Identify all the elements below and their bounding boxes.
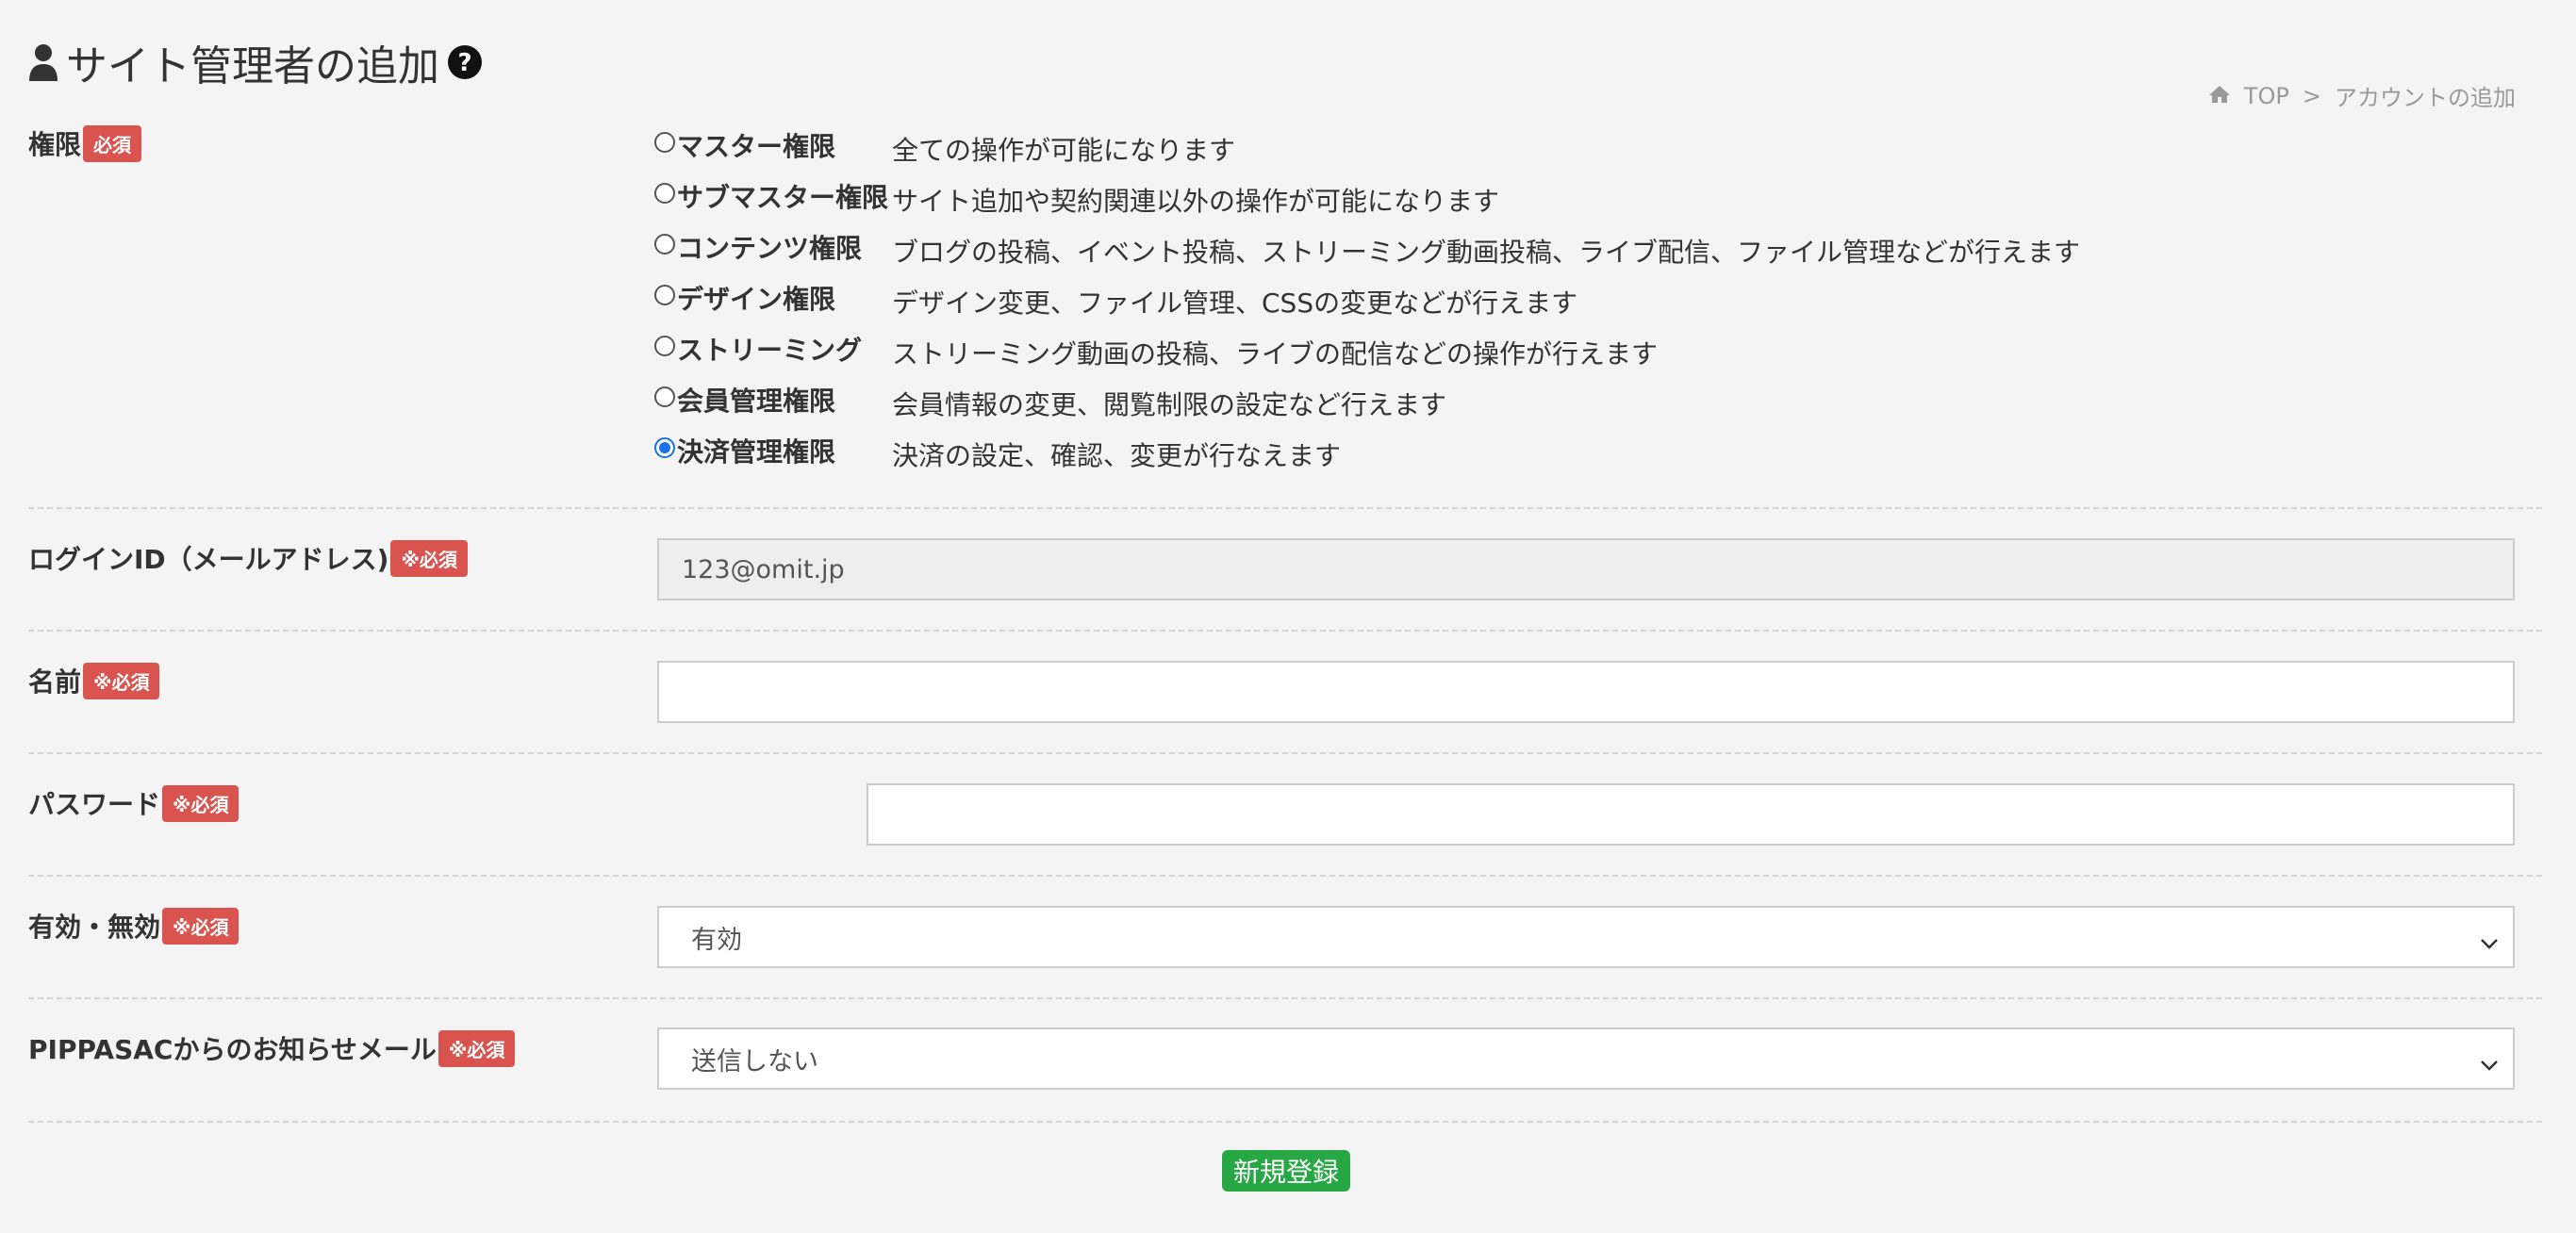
breadcrumb: TOP > アカウントの追加 [2208,79,2516,112]
role-label: 権限 必須 [28,124,142,162]
role-option-member[interactable]: 会員管理権限 [654,381,835,419]
divider [28,875,2542,877]
required-badge: ※必須 [83,662,160,699]
divider [28,1121,2542,1123]
name-input[interactable] [657,661,2515,723]
role-option-streaming[interactable]: ストリーミング [654,330,862,368]
radio-button-checked[interactable] [654,437,675,458]
password-input[interactable] [867,783,2515,846]
role-option-design[interactable]: デザイン権限 [654,279,835,317]
role-desc-design: デザイン変更、ファイル管理、CSSの変更などが行えます [892,288,1578,319]
required-badge: ※必須 [438,1029,516,1067]
status-label: 有効・無効 ※必須 [28,907,239,945]
submit-button[interactable]: 新規登録 [1222,1150,1350,1192]
required-badge: ※必須 [390,539,468,577]
user-icon [28,43,58,81]
name-label: 名前 ※必須 [28,662,160,699]
divider [28,630,2542,632]
role-desc-payment: 決済の設定、確認、変更が行なえます [892,440,1342,471]
radio-button[interactable] [654,336,675,356]
status-select[interactable]: 有効 [657,906,2515,968]
role-option-master[interactable]: マスター権限 [654,126,835,164]
login-id-field[interactable]: 123@omit.jp [657,538,2515,600]
home-icon [2208,83,2231,109]
chevron-down-icon [2479,1050,2500,1079]
radio-button[interactable] [654,386,675,407]
breadcrumb-top-link[interactable]: TOP [2244,83,2289,109]
divider [28,507,2542,509]
required-badge: ※必須 [162,784,239,822]
password-label: パスワード ※必須 [28,784,239,822]
role-desc-master: 全ての操作が可能になります [892,135,1236,166]
radio-button[interactable] [654,285,675,305]
breadcrumb-current: アカウントの追加 [2335,85,2516,111]
divider [28,752,2542,754]
notify-select[interactable]: 送信しない [657,1028,2515,1090]
role-desc-submaster: サイト追加や契約関連以外の操作が可能になります [892,186,1500,217]
radio-button[interactable] [654,132,675,153]
required-badge: 必須 [83,124,142,162]
required-badge: ※必須 [162,907,239,945]
svg-text:?: ? [457,49,471,77]
chevron-down-icon [2479,929,2500,958]
breadcrumb-separator: > [2302,82,2321,109]
radio-button[interactable] [654,183,675,204]
divider [28,997,2542,999]
question-circle-icon[interactable]: ? [447,44,483,80]
role-desc-streaming: ストリーミング動画の投稿、ライブの配信などの操作が行えます [892,338,1659,370]
role-option-payment[interactable]: 決済管理権限 [654,432,835,469]
notify-label: PIPPASACからのお知らせメール ※必須 [28,1029,516,1067]
role-desc-contents: ブログの投稿、イベント投稿、ストリーミング動画投稿、ライブ配信、ファイル管理など… [892,237,2081,268]
page-title: サイト管理者の追加 ? [28,32,483,92]
radio-button[interactable] [654,234,675,255]
page-title-text: サイト管理者の追加 [66,42,439,90]
role-desc-member: 会員情報の変更、閲覧制限の設定など行えます [892,389,1447,420]
role-option-submaster[interactable]: サブマスター権限 [654,177,888,215]
login-id-label: ログインID（メールアドレス) ※必須 [28,539,468,577]
role-option-contents[interactable]: コンテンツ権限 [654,228,862,266]
